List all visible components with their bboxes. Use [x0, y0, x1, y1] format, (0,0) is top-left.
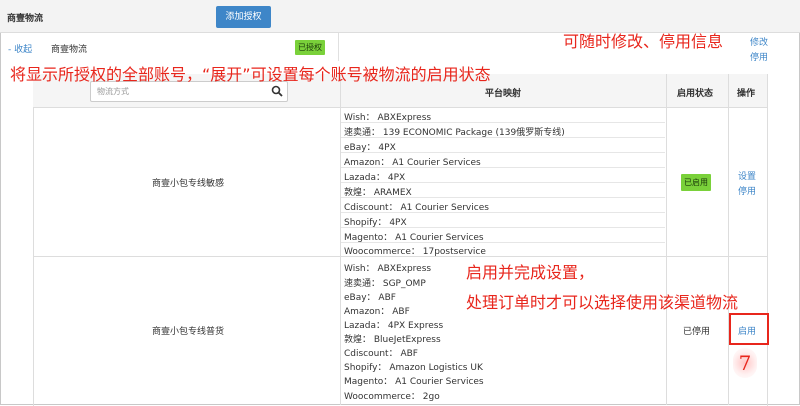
disable-link[interactable]: 停用 — [750, 50, 768, 63]
column-divider — [728, 74, 729, 405]
mapping-line: 速卖通： SGP_OMP — [344, 279, 426, 289]
mapping-line: Woocommerce： 17postservice — [344, 247, 486, 257]
header-action: 操作 — [737, 89, 756, 99]
mapping-divider — [341, 152, 665, 153]
authorized-badge: 已授权 — [295, 40, 325, 55]
add-authorization-button[interactable]: 添加授权 — [216, 6, 271, 28]
mapping-line: Shopify： Amazon Logistics UK — [344, 363, 483, 373]
mapping-divider — [341, 122, 665, 123]
annotation-edit-disable: 可随时修改、停用信息 — [563, 32, 724, 51]
annotation-enable-setup: 启用并完成设置， — [466, 263, 595, 282]
mapping-divider — [341, 197, 665, 198]
mapping-line: eBay： ABF — [344, 293, 396, 303]
mapping-line: Lazada： 4PX Express — [344, 321, 444, 331]
mapping-line: Woocommerce： 2go — [344, 392, 440, 402]
mapping-divider — [341, 242, 665, 243]
mapping-divider — [341, 227, 665, 228]
mapping-divider — [341, 182, 665, 183]
mapping-line: Cdiscount： ABF — [344, 349, 418, 359]
column-divider — [340, 74, 341, 405]
collapse-link[interactable]: - 收起 — [8, 42, 32, 55]
settings-link[interactable]: 设置 — [738, 169, 756, 182]
disable-channel-link[interactable]: 停用 — [738, 184, 756, 197]
column-divider — [666, 74, 667, 405]
search-placeholder: 物流方式 — [97, 87, 129, 96]
mapping-divider — [341, 167, 665, 168]
mapping-line: Amazon： ABF — [344, 307, 410, 317]
mapping-line: Magento： A1 Courier Services — [344, 377, 484, 387]
status-disabled: 已停用 — [683, 327, 711, 337]
header-status: 启用状态 — [677, 89, 714, 99]
mapping-line: Wish： ABXExpress — [344, 264, 432, 274]
highlight-box — [729, 313, 769, 345]
mapping-divider — [341, 212, 665, 213]
page-title: 商壹物流 — [7, 14, 44, 24]
annotation-accounts: 将显示所授权的全部账号，“展开”可设置每个账号被物流的启用状态 — [10, 65, 491, 84]
header-mapping: 平台映射 — [485, 89, 522, 99]
divider — [338, 33, 339, 61]
mapping-divider — [341, 137, 665, 138]
edit-link[interactable]: 修改 — [750, 35, 768, 48]
search-icon[interactable] — [271, 85, 283, 97]
status-badge-enabled: 已启用 — [681, 174, 711, 191]
channel-name: 商壹小包专线敏感 — [152, 179, 225, 189]
mapping-line: 敦煌： BlueJetExpress — [344, 335, 441, 345]
step-number: 7 — [733, 348, 757, 378]
channel-name: 商壹小包专线普货 — [152, 327, 225, 337]
provider-name: 商壹物流 — [51, 45, 88, 55]
annotation-order-processing: 处理订单时才可以选择使用该渠道物流 — [466, 293, 739, 312]
